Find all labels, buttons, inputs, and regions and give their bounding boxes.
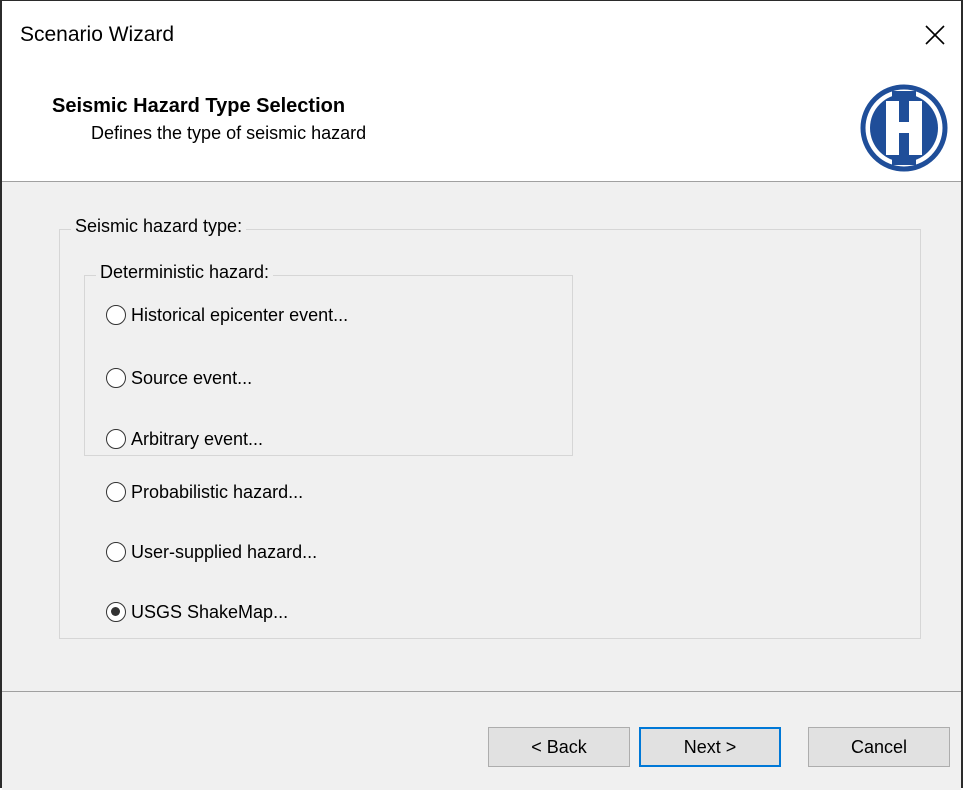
wizard-content: Seismic hazard type: Deterministic hazar…	[2, 182, 961, 691]
radio-source-event[interactable]: Source event...	[106, 364, 252, 392]
radio-historical-epicenter-event[interactable]: Historical epicenter event...	[106, 301, 348, 329]
radio-label: Arbitrary event...	[131, 428, 264, 449]
wizard-footer: < Back Next > Cancel	[2, 691, 961, 790]
radio-label: Source event...	[131, 367, 253, 388]
radio-arbitrary-event[interactable]: Arbitrary event...	[106, 425, 263, 453]
next-button[interactable]: Next >	[639, 727, 781, 767]
back-button[interactable]: < Back	[488, 727, 630, 767]
close-icon	[925, 25, 945, 45]
window-title: Scenario Wizard	[20, 23, 175, 46]
radio-button[interactable]	[106, 429, 126, 449]
radio-label: Probabilistic hazard...	[131, 481, 304, 502]
page-title: Seismic Hazard Type Selection	[52, 95, 346, 117]
page-subtitle: Defines the type of seismic hazard	[91, 123, 367, 143]
wizard-header: Seismic Hazard Type Selection Defines th…	[2, 81, 961, 182]
seismic-hazard-type-label: Seismic hazard type:	[71, 216, 247, 237]
hazus-logo-icon	[860, 84, 948, 172]
radio-label: User-supplied hazard...	[131, 541, 318, 562]
cancel-button[interactable]: Cancel	[808, 727, 950, 767]
radio-button[interactable]	[106, 368, 126, 388]
radio-label: USGS ShakeMap...	[131, 601, 289, 622]
radio-button[interactable]	[106, 482, 126, 502]
radio-button[interactable]	[106, 542, 126, 562]
radio-label: Historical epicenter event...	[131, 304, 349, 325]
radio-button-selected[interactable]	[106, 602, 126, 622]
radio-usgs-shakemap[interactable]: USGS ShakeMap...	[106, 598, 288, 626]
radio-probabilistic-hazard[interactable]: Probabilistic hazard...	[106, 478, 303, 506]
deterministic-hazard-label: Deterministic hazard:	[96, 262, 274, 283]
title-bar: Scenario Wizard	[2, 1, 961, 81]
radio-button[interactable]	[106, 305, 126, 325]
radio-user-supplied-hazard[interactable]: User-supplied hazard...	[106, 538, 317, 566]
close-button[interactable]	[913, 15, 957, 55]
scenario-wizard-dialog: Scenario Wizard Seismic Hazard Type Sele…	[0, 0, 963, 790]
